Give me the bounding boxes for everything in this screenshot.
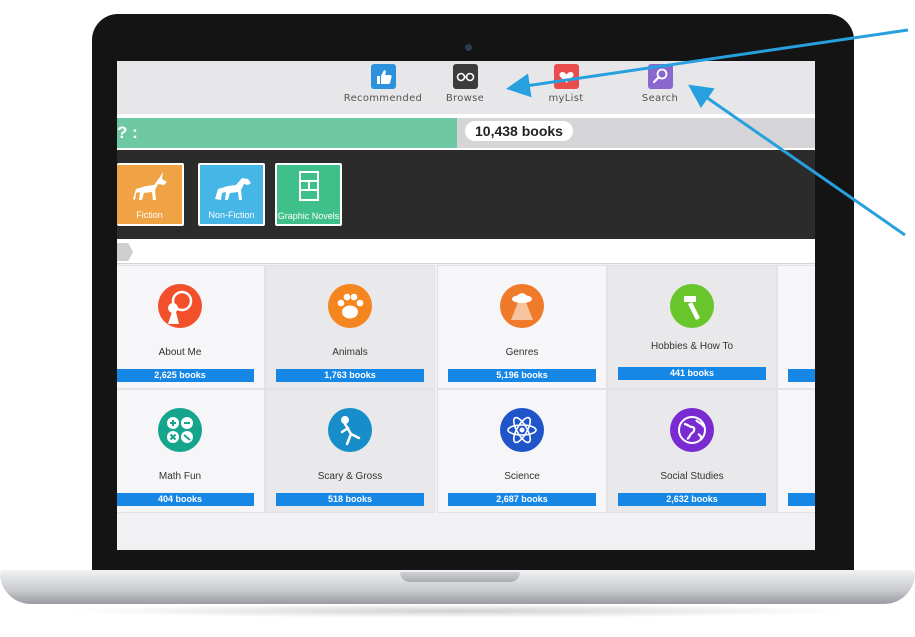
callout-arrow-browse (506, 28, 909, 98)
callout-arrow-search (688, 84, 906, 237)
callout-arrows (506, 28, 909, 237)
